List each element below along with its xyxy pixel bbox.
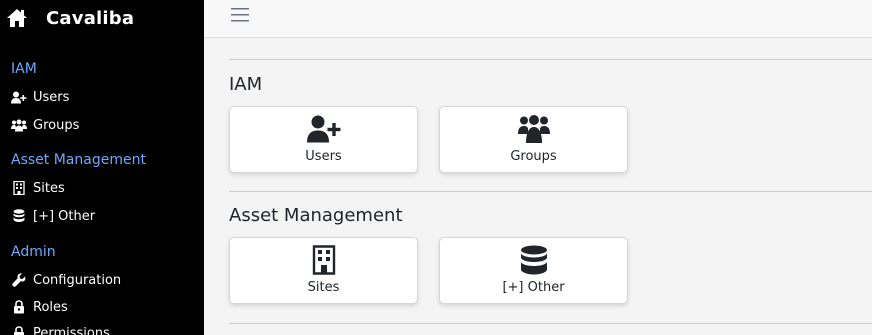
- card-sites[interactable]: Sites: [229, 237, 418, 304]
- brand[interactable]: Cavaliba: [6, 4, 134, 32]
- group-title-iam: IAM: [229, 74, 263, 95]
- card-label: Groups: [510, 149, 557, 164]
- sidebar-item-label: [+] Other: [33, 208, 96, 224]
- divider: [229, 191, 872, 192]
- users-icon: [440, 113, 627, 145]
- user-lock-icon: [11, 300, 27, 314]
- sidebar-item-label: Configuration: [33, 272, 122, 288]
- app-title: Cavaliba: [46, 7, 135, 29]
- sidebar-section-iam: IAM: [11, 61, 37, 77]
- building-icon: [11, 181, 27, 195]
- sidebar-item-label: Groups: [33, 117, 80, 133]
- card-users[interactable]: Users: [229, 106, 418, 173]
- sidebar-item-label: Users: [33, 89, 70, 105]
- card-groups[interactable]: Groups: [439, 106, 628, 173]
- lock-icon: [11, 326, 27, 335]
- card-label: [+] Other: [502, 280, 565, 295]
- sidebar-item-permissions[interactable]: Permissions: [11, 323, 110, 335]
- database-icon: [440, 244, 627, 276]
- group-title-asset-management: Asset Management: [229, 205, 403, 226]
- wrench-icon: [11, 273, 27, 287]
- sidebar-item-label: Sites: [33, 180, 65, 196]
- user-plus-icon: [230, 113, 417, 145]
- card-other[interactable]: [+] Other: [439, 237, 628, 304]
- card-label: Sites: [307, 280, 340, 295]
- sidebar-section-asset-management: Asset Management: [11, 152, 146, 168]
- sidebar-item-label: Permissions: [33, 325, 110, 335]
- sidebar-item-configuration[interactable]: Configuration: [11, 270, 121, 290]
- sidebar-item-users[interactable]: Users: [11, 87, 69, 107]
- sidebar-item-sites[interactable]: Sites: [11, 178, 65, 198]
- building-icon: [230, 244, 417, 276]
- sidebar-item-label: Roles: [33, 299, 68, 315]
- main-content: IAM Users Groups Asset Management Sites …: [204, 0, 872, 335]
- sidebar: Cavaliba IAM Users Groups Asset Manageme…: [0, 0, 204, 335]
- card-label: Users: [305, 149, 342, 164]
- sidebar-section-admin: Admin: [11, 244, 56, 260]
- sidebar-item-roles[interactable]: Roles: [11, 297, 68, 317]
- sidebar-item-other[interactable]: [+] Other: [11, 206, 95, 226]
- divider: [229, 59, 872, 60]
- menu-toggle-icon[interactable]: [230, 6, 250, 24]
- home-icon: [6, 8, 28, 28]
- divider: [229, 323, 872, 324]
- user-plus-icon: [11, 90, 27, 104]
- sidebar-item-groups[interactable]: Groups: [11, 115, 79, 135]
- top-navbar: [204, 0, 872, 38]
- users-icon: [11, 118, 27, 132]
- database-icon: [11, 209, 27, 223]
